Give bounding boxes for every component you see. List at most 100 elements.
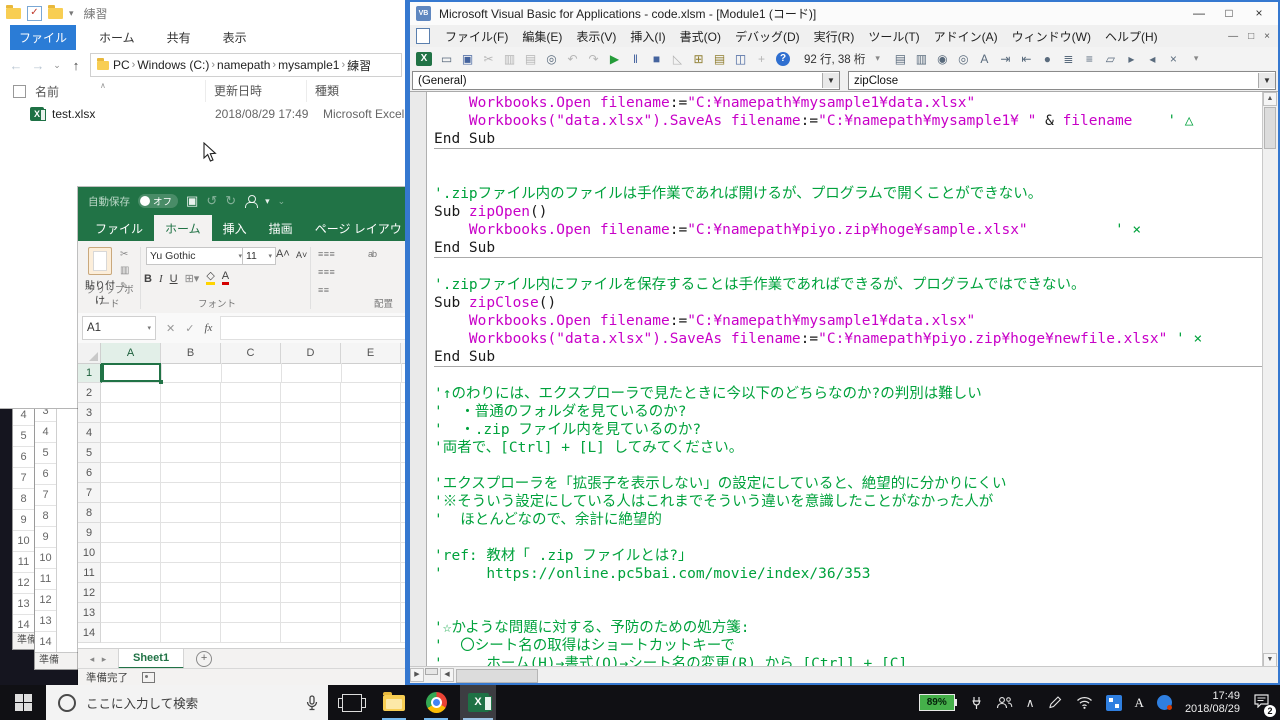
vba-menu-ファイル(F)[interactable]: ファイル(F) [438,28,515,45]
vba-code-line[interactable]: Sub zipClose() [434,294,1263,312]
cell-A12[interactable] [101,583,161,603]
scroll-down-icon[interactable]: ▼ [1263,653,1277,667]
align-middle-icon[interactable]: ≡ ≡ ≡ [318,267,334,277]
breadcrumb[interactable]: PC›Windows (C:)›namepath›mysample1›練習 [90,53,402,77]
vba-code-line[interactable]: '※そういう設定にしている人はこれまでそういう違いを意識したことがなかった人が [434,493,1263,511]
breadcrumb-item[interactable]: 練習 [347,57,371,74]
select-all-checkbox[interactable] [13,85,26,98]
vba-code-line[interactable] [434,149,1263,167]
cell-E8[interactable] [341,503,401,523]
cell-C11[interactable] [221,563,281,583]
vba-toolbar-run-sub-icon[interactable]: ▶ [604,50,625,68]
column-header-E[interactable]: E [341,343,401,364]
vba-menu-ヘルプ(H)[interactable]: ヘルプ(H) [1098,28,1165,45]
vba-toolbar-clear-bookmarks-icon[interactable]: × [1163,50,1184,68]
column-header-C[interactable]: C [221,343,281,364]
increase-font-icon[interactable]: A˄ [276,248,290,260]
vba-menu-アドイン(A)[interactable]: アドイン(A) [927,28,1005,45]
cell-D13[interactable] [281,603,341,623]
formula-input[interactable] [220,316,410,340]
row-header-4[interactable]: 4 [78,423,101,443]
paste-icon[interactable] [88,247,112,275]
vba-code-line[interactable] [434,457,1263,475]
vba-toolbar-save-icon[interactable]: ▣ [457,50,478,68]
cell-B5[interactable] [161,443,221,463]
cell-B3[interactable] [161,403,221,423]
cell-C8[interactable] [221,503,281,523]
vba-toolbar-toolbox-icon[interactable]: + [751,50,772,68]
taskbar-clock[interactable]: 17:49 2018/08/29 [1185,690,1240,716]
vba-toolbar-outdent-icon[interactable]: ⇤ [1016,50,1037,68]
redo-icon[interactable]: ↻ [225,193,236,209]
cell-E2[interactable] [341,383,401,403]
row-header-11[interactable]: 11 [78,563,101,583]
cell-A2[interactable] [101,383,161,403]
toolbar-overflow-icon[interactable]: ▾ [875,53,880,64]
breadcrumb-item[interactable]: Windows (C:) [137,58,209,72]
row-header-1[interactable]: 1 [78,363,102,383]
cell-E5[interactable] [341,443,401,463]
battery-indicator[interactable]: 89% [919,694,957,711]
vba-code-line[interactable]: End Sub [434,239,1263,258]
row-header-8[interactable]: 8 [78,503,101,523]
enter-icon[interactable]: ✓ [185,322,194,335]
undo-icon[interactable]: ↺ [206,193,217,209]
vba-toolbar-undo-icon[interactable]: ↶ [562,50,583,68]
people-icon[interactable] [996,696,1013,709]
cell-B14[interactable] [161,623,221,643]
vba-code-line[interactable]: ' ほとんどなので、余計に絶望的 [434,511,1263,529]
column-header-A[interactable]: A [101,343,161,365]
cell-A5[interactable] [101,443,161,463]
cell-D12[interactable] [281,583,341,603]
vba-code-line[interactable]: Workbooks.Open filename:="C:¥namepath¥pi… [434,221,1263,239]
vba-code-line[interactable] [434,367,1263,385]
cell-E12[interactable] [341,583,401,603]
vba-code-line[interactable]: ' https://online.pc5bai.com/movie/index/… [434,565,1263,583]
vba-code-line[interactable]: ' 〇シート名の取得はショートカットキーで [434,637,1263,655]
cell-C5[interactable] [221,443,281,463]
sheet-next-icon[interactable]: ▸ [98,654,110,665]
cell-D6[interactable] [281,463,341,483]
italic-button[interactable]: I [159,273,163,285]
row-header-9[interactable]: 9 [78,523,101,543]
cell-D5[interactable] [281,443,341,463]
full-module-view-button[interactable] [425,668,438,675]
vba-toolbar-previous-bookmark-icon[interactable]: ◂ [1142,50,1163,68]
cell-C1[interactable] [222,363,282,383]
cell-A8[interactable] [101,503,161,523]
decrease-font-icon[interactable]: A˅ [296,250,307,260]
explorer-tab-共有[interactable]: 共有 [158,25,200,50]
cell-A7[interactable] [101,483,161,503]
row-header-14[interactable]: 14 [78,623,101,643]
excel-tab-ファイル[interactable]: ファイル [84,215,154,241]
dropdown-icon[interactable]: ▼ [822,73,839,88]
vba-code-line[interactable] [434,167,1263,185]
row-header-3[interactable]: 3 [78,403,101,423]
cell-C4[interactable] [221,423,281,443]
vba-toolbar-redo-icon[interactable]: ↷ [583,50,604,68]
cell-E9[interactable] [341,523,401,543]
power-plug-icon[interactable] [970,696,983,710]
account-status-icon[interactable] [1157,695,1172,710]
excel-background-window-middle[interactable]: 34567891011121314 準備 [34,392,82,670]
show-hidden-icons-chevron[interactable]: ∧ [1026,696,1035,710]
cell-B11[interactable] [161,563,221,583]
cell-D2[interactable] [281,383,341,403]
vba-code-line[interactable]: 'エクスプローラを「拡張子を表示しない」の設定にしていると、絶望的に分かりにくい [434,475,1263,493]
row-header-7[interactable]: 7 [78,483,101,503]
new-folder-icon[interactable] [48,8,63,19]
cell-D7[interactable] [281,483,341,503]
vba-toolbar-indent-icon[interactable]: ⇥ [995,50,1016,68]
cell-E6[interactable] [341,463,401,483]
cell-B2[interactable] [161,383,221,403]
row-header-12[interactable]: 12 [78,583,101,603]
column-header-modified[interactable]: 更新日時 [205,80,306,102]
breadcrumb-item[interactable]: namepath [217,58,270,72]
vba-menu-実行(R)[interactable]: 実行(R) [807,28,862,45]
breadcrumb-item[interactable]: PC [113,58,130,72]
select-all-corner[interactable] [78,343,101,364]
vba-code-line[interactable]: Workbooks("data.xlsx").SaveAs filename:=… [434,112,1263,130]
row-header-6[interactable]: 6 [78,463,101,483]
vba-toolbar-design-mode-icon[interactable]: ◺ [667,50,688,68]
code-margin-bar[interactable] [410,92,427,667]
